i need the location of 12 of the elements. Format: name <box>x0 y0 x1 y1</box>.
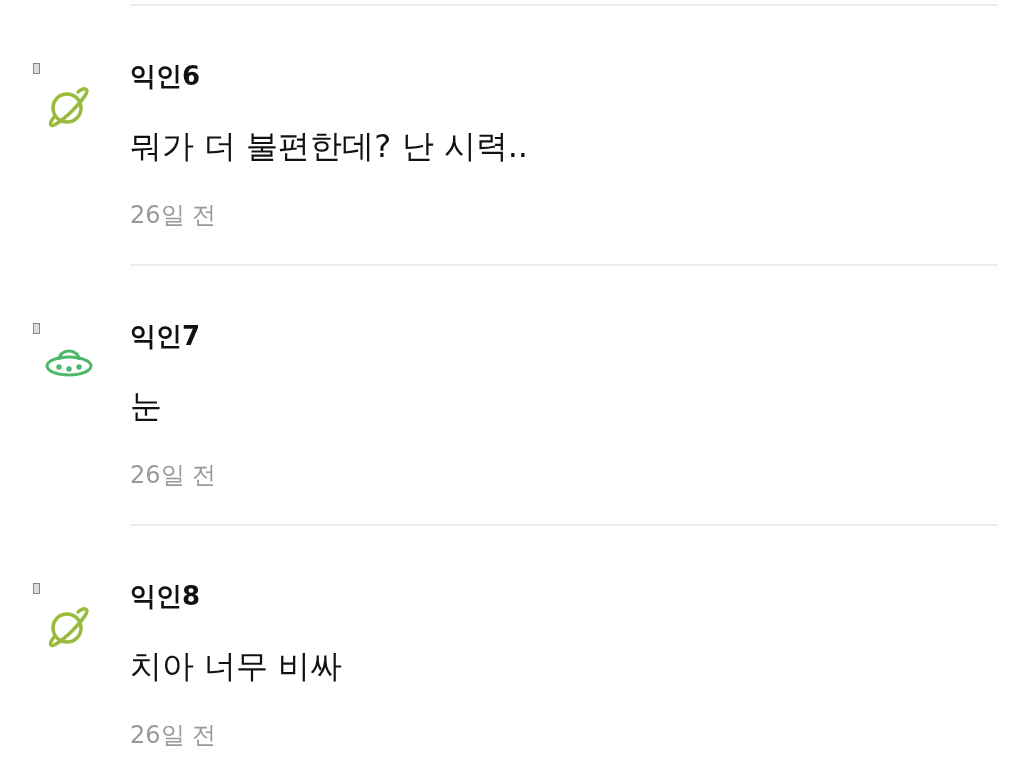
author-name: 익인7 <box>130 320 202 353</box>
comment-text: 치아 너무 비싸 <box>130 646 344 686</box>
marker-icon <box>33 63 40 74</box>
comment-text: 눈 <box>130 386 163 426</box>
author-name: 익인6 <box>130 60 202 93</box>
comment-time: 26일 전 <box>130 720 218 750</box>
comment-text: 뭐가 더 불편한데? 난 시력.. <box>130 126 529 166</box>
comment-time: 26일 전 <box>130 200 218 230</box>
marker-icon <box>33 323 40 334</box>
marker-icon <box>33 583 40 594</box>
author-name: 익인8 <box>130 580 202 613</box>
comment-time: 26일 전 <box>130 460 218 490</box>
